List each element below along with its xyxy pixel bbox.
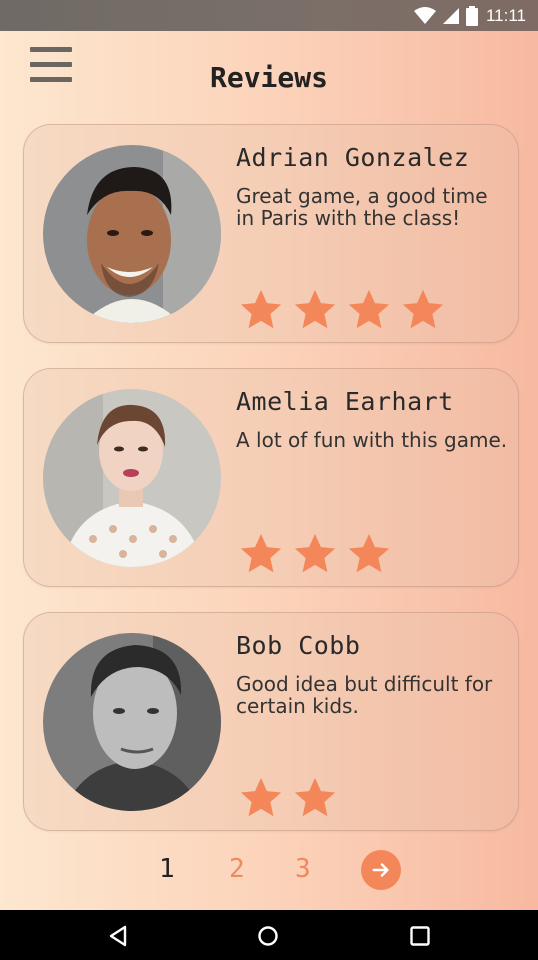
status-time: 11:11 (485, 5, 526, 25)
star-icon (240, 777, 282, 817)
reviewer-name: Bob Cobb (236, 631, 361, 660)
status-bar: 11:11 (0, 0, 538, 31)
star-icon (240, 533, 282, 573)
review-text: Great game, a good time in Paris with th… (236, 184, 488, 230)
rating-stars (238, 531, 392, 577)
navigation-bar (0, 910, 538, 960)
home-icon[interactable] (257, 925, 279, 947)
star-icon (294, 289, 336, 329)
recents-icon[interactable] (409, 925, 431, 947)
pagination: 1 2 3 (0, 848, 538, 892)
next-page-button[interactable] (361, 850, 401, 890)
page-3-link[interactable]: 3 (295, 854, 311, 884)
page-title: Reviews (209, 61, 328, 94)
star-icon (294, 533, 336, 573)
page-2-link[interactable]: 2 (229, 854, 245, 884)
star-icon (240, 289, 282, 329)
avatar (43, 389, 221, 567)
avatar (43, 633, 221, 811)
app-header: Reviews (0, 31, 538, 121)
wifi-icon (413, 6, 436, 24)
rating-stars (238, 287, 446, 333)
review-text: A lot of fun with this game. (236, 428, 508, 452)
review-card: Bob Cobb Good idea but difficult for cer… (23, 612, 519, 831)
back-icon[interactable] (108, 925, 128, 947)
reviewer-name: Amelia Earhart (236, 387, 454, 416)
review-text: Good idea but difficult for certain kids… (236, 672, 493, 718)
reviewer-name: Adrian Gonzalez (236, 143, 470, 172)
rating-stars (238, 775, 338, 821)
star-icon (348, 289, 390, 329)
star-icon (294, 777, 336, 817)
signal-icon (442, 7, 459, 24)
star-icon (348, 533, 390, 573)
review-card: Amelia Earhart A lot of fun with this ga… (23, 368, 519, 587)
page-1-link[interactable]: 1 (159, 854, 175, 884)
battery-icon (465, 5, 478, 26)
star-icon (402, 289, 444, 329)
arrow-right-icon (372, 863, 389, 877)
review-card: Adrian Gonzalez Great game, a good time … (23, 124, 519, 343)
avatar (43, 145, 221, 323)
